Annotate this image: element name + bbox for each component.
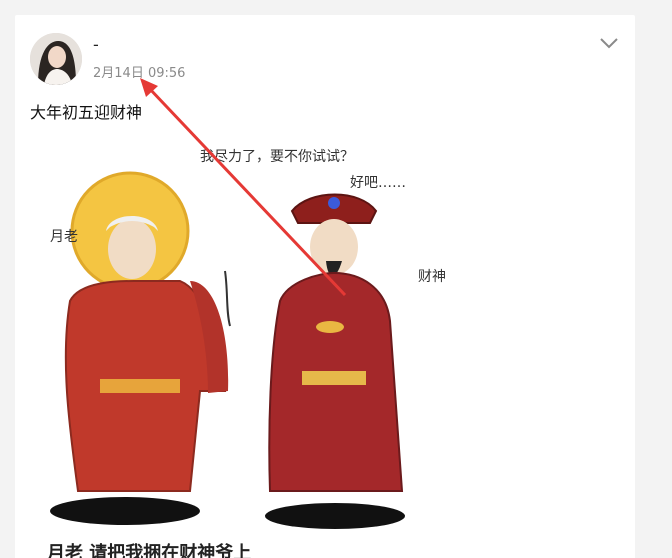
yuelao-belt [100,379,180,393]
label-caishen: 财神 [418,269,446,285]
avatar[interactable] [30,33,82,85]
speech-yuelao: 我尽力了，要不你试试？ [200,149,354,165]
label-yuelao: 月老 [50,229,78,245]
red-thread [224,270,231,327]
image-caption: 月老 请把我捆在财神爷上 [47,543,252,558]
shadow-left [50,497,200,525]
post-image[interactable]: 月老 财神 我尽力了，要不你试试？ 好吧…… [30,131,450,531]
post-timestamp: 2月14日 09:56 [93,66,186,81]
shadow-right [265,503,405,529]
chevron-down-icon[interactable] [597,33,621,53]
hat-gem [328,197,340,209]
post-card: - 2月14日 09:56 大年初五迎财神 月老 财神 我尽力了，要不你试试？ … [15,15,635,558]
gold-ingot [316,321,344,333]
speech-caishen: 好吧…… [350,175,406,191]
post-text: 大年初五迎财神 [30,103,143,122]
caishen-belt [302,371,366,385]
username[interactable]: - [93,35,99,54]
avatar-image [30,33,82,85]
yuelao-face [108,219,156,279]
